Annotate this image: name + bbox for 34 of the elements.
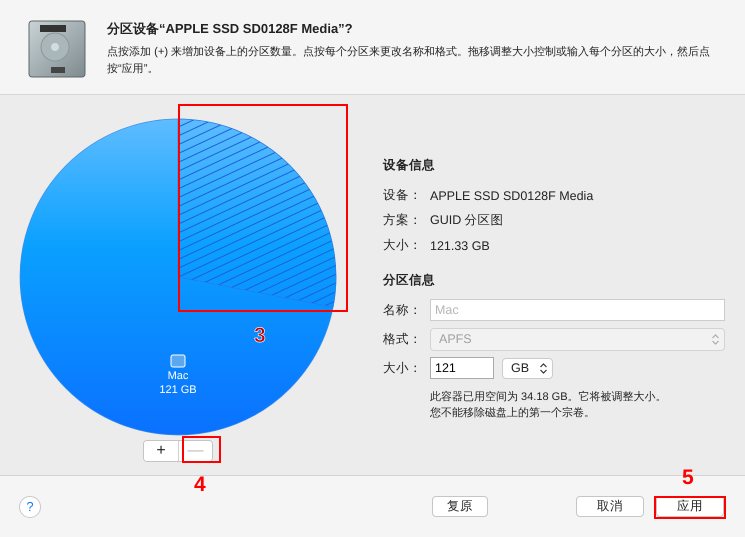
field-label: 名称： bbox=[383, 302, 423, 318]
step-number: 4 bbox=[194, 473, 206, 497]
step-number: 5 bbox=[682, 466, 694, 490]
step-number: 3 bbox=[254, 324, 266, 348]
stepper-icon bbox=[539, 362, 548, 374]
revert-button[interactable]: 复原 bbox=[432, 496, 488, 517]
info-value: APPLE SSD SD0128F Media bbox=[430, 188, 594, 202]
name-field[interactable]: Mac bbox=[430, 299, 725, 321]
cancel-button[interactable]: 取消 bbox=[576, 496, 644, 517]
dialog-title: 分区设备“APPLE SSD SD0128F Media”? bbox=[107, 20, 354, 38]
info-label: 设备： bbox=[383, 187, 423, 204]
help-button[interactable]: ? bbox=[19, 496, 41, 518]
volume-name: Mac bbox=[168, 370, 188, 382]
note-text: 此容器已用空间为 34.18 GB。它将被调整大小。 bbox=[430, 390, 668, 405]
highlight-frame bbox=[182, 436, 221, 463]
size-field[interactable]: 121 bbox=[430, 357, 494, 379]
info-value: GUID 分区图 bbox=[430, 212, 504, 229]
unit-dropdown[interactable]: GB bbox=[502, 358, 553, 378]
volume-label[interactable] bbox=[170, 354, 186, 368]
note-text: 您不能移除磁盘上的第一个宗卷。 bbox=[430, 406, 596, 421]
info-label: 方案： bbox=[383, 212, 423, 229]
stepper-icon bbox=[711, 332, 720, 346]
field-label: 格式： bbox=[383, 330, 423, 348]
instructions-text: 点按添加 (+) 来增加设备上的分区数量。点按每个分区来更改名称和格式。拖移调整大小控制或输入每个分区的大小，然后点按“应用”。 bbox=[107, 44, 712, 77]
info-value: 121.33 GB bbox=[430, 238, 490, 252]
section-heading: 设备信息 bbox=[383, 157, 436, 174]
info-label: 大小： bbox=[383, 237, 423, 254]
volume-size: 121 GB bbox=[159, 384, 197, 396]
field-label: 大小： bbox=[383, 360, 423, 376]
apply-button[interactable]: 应用 bbox=[656, 496, 724, 517]
highlight-frame bbox=[654, 496, 726, 519]
section-heading: 分区信息 bbox=[383, 272, 436, 289]
partition-pie-drawing[interactable] bbox=[20, 118, 336, 436]
hard-drive-icon bbox=[27, 19, 87, 79]
